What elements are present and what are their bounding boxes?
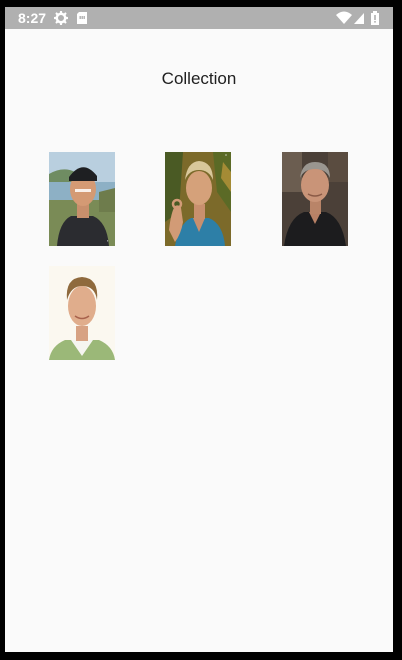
photo-thumbnail-4[interactable] [49,266,115,360]
svg-text:°: ° [225,154,227,160]
photo-thumbnail-3[interactable] [282,152,348,246]
photo-grid: ▪ ° [5,7,393,652]
app-screen: 8:27 Collection ▪ ° [5,7,393,652]
photo-thumbnail-2[interactable]: ° [165,152,231,246]
photo-thumbnail-1[interactable]: ▪ [49,152,115,246]
